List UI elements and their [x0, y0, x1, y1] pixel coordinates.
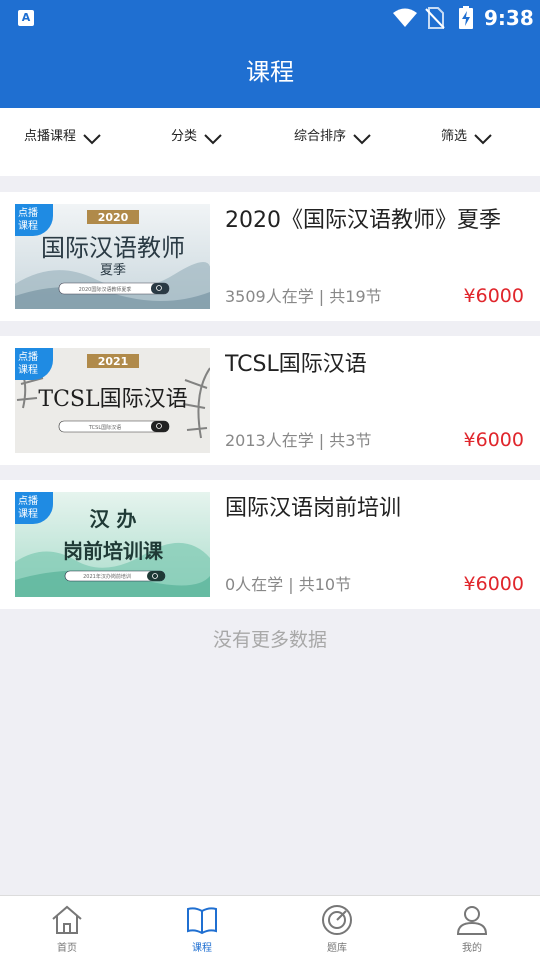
battery-charging-icon [459, 6, 473, 29]
course-thumbnail: 汉 办 岗前培训课 2021年汉办岗前培训 点播 课程 [15, 492, 210, 597]
chevron-down-icon [353, 134, 371, 145]
nav-home[interactable]: 首页 [27, 904, 107, 956]
list-end-message: 没有更多数据 [212, 629, 327, 651]
thumb-title: TCSL国际汉语 [38, 387, 187, 412]
filter-sort[interactable]: 综合排序 [294, 128, 372, 158]
course-title[interactable]: 2020《国际汉语教师》夏季 [225, 206, 535, 236]
chevron-down-icon [204, 134, 222, 145]
page-title: 课程 [246, 58, 294, 86]
nav-profile[interactable]: 我的 [432, 904, 512, 956]
filter-label: 综合排序 [294, 129, 347, 144]
course-meta: 2013人在学 | 共3节 [225, 431, 372, 450]
user-icon [456, 906, 488, 935]
status-bar: A 9:38 [0, 0, 540, 36]
thumb-title: 国际汉语教师 [41, 234, 185, 262]
chevron-down-icon [83, 134, 101, 145]
nav-label: 我的 [462, 943, 482, 954]
course-price: ¥6000 [463, 285, 524, 307]
badge-line: 课程 [18, 365, 38, 376]
nav-question-bank[interactable]: 题库 [297, 904, 377, 956]
app-header: A 9:38 课程 [0, 0, 540, 108]
filter-label: 点播课程 [24, 129, 77, 144]
course-title[interactable]: 国际汉语岗前培训 [225, 494, 535, 524]
nav-label: 首页 [57, 943, 77, 954]
course-thumbnail: 2020 国际汉语教师 夏季 2020国际汉语教师夏季 点播 课程 [15, 204, 210, 309]
course-meta: 0人在学 | 共10节 [225, 575, 352, 594]
thumb-year: 2021 [98, 355, 129, 368]
status-time: 9:38 [484, 6, 534, 30]
home-icon [52, 905, 82, 934]
nav-label: 课程 [192, 943, 212, 954]
filter-course-type[interactable]: 点播课程 [24, 128, 102, 158]
badge-line: 点播 [18, 208, 38, 219]
thumb-title: 汉 办 [90, 507, 137, 531]
course-card[interactable]: 2020 国际汉语教师 夏季 2020国际汉语教师夏季 点播 课程 2020《国… [0, 192, 540, 321]
target-icon [322, 905, 352, 935]
filter-bar: 点播课程 分类 综合排序 筛选 [0, 108, 540, 176]
thumb-searchbar-text: 2020国际汉语教师夏季 [79, 286, 132, 293]
filter-category[interactable]: 分类 [171, 128, 223, 158]
badge-line: 课程 [18, 509, 38, 520]
book-icon [187, 907, 217, 935]
wifi-icon [393, 8, 417, 27]
thumb-subtitle: 夏季 [100, 263, 126, 278]
course-price: ¥6000 [463, 429, 524, 451]
no-sim-icon [425, 7, 445, 29]
course-title[interactable]: TCSL国际汉语 [225, 350, 535, 380]
badge-line: 点播 [18, 352, 38, 363]
chevron-down-icon [474, 134, 492, 145]
badge-line: 课程 [18, 221, 38, 232]
nav-courses[interactable]: 课程 [162, 904, 242, 956]
course-price: ¥6000 [463, 573, 524, 595]
course-card[interactable]: 汉 办 岗前培训课 2021年汉办岗前培训 点播 课程 国际汉语岗前培训 0人在… [0, 480, 540, 609]
bottom-nav: 首页 课程 题库 我的 [0, 895, 540, 960]
course-card[interactable]: 2021 TCSL国际汉语 TCSL国际汉语 点播 课程 TCSL国际汉语 20… [0, 336, 540, 465]
badge-line: 点播 [18, 496, 38, 507]
filter-screen[interactable]: 筛选 [441, 128, 493, 158]
thumb-searchbar-text: TCSL国际汉语 [88, 424, 121, 431]
app-notification-icon: A [18, 10, 34, 26]
thumb-searchbar-text: 2021年汉办岗前培训 [83, 573, 131, 580]
course-meta: 3509人在学 | 共19节 [225, 287, 382, 306]
filter-label: 筛选 [441, 129, 468, 144]
thumb-subtitle: 岗前培训课 [63, 539, 164, 563]
thumb-year: 2020 [98, 211, 129, 224]
filter-label: 分类 [171, 129, 198, 144]
course-thumbnail: 2021 TCSL国际汉语 TCSL国际汉语 点播 课程 [15, 348, 210, 453]
nav-label: 题库 [327, 943, 347, 954]
